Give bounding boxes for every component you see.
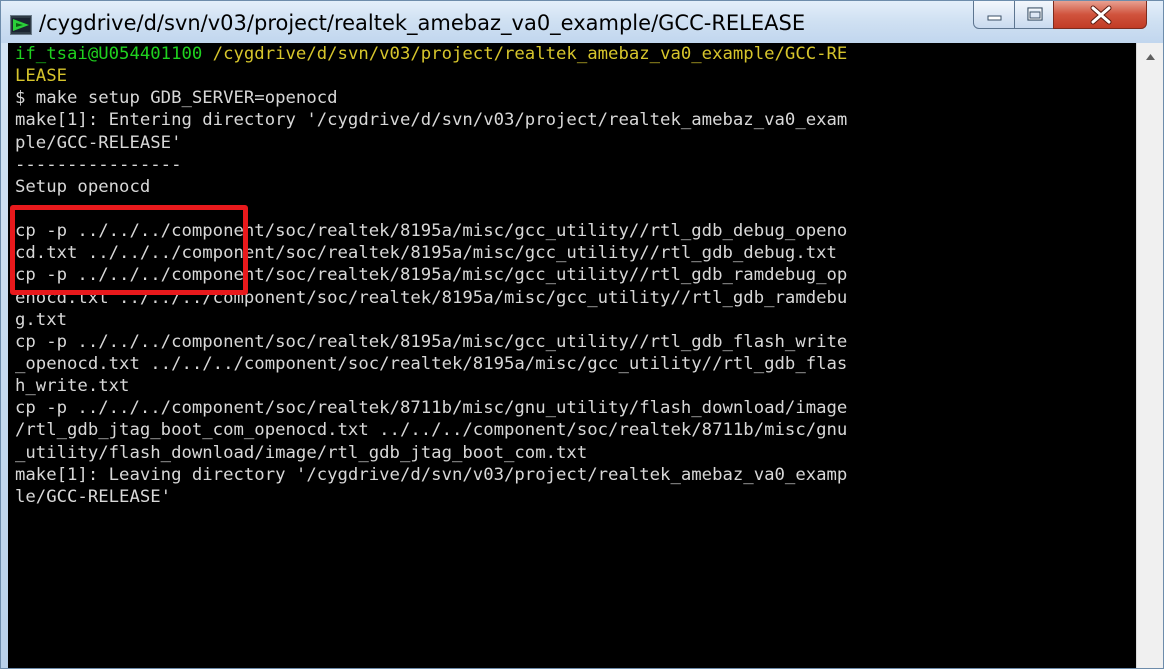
scroll-up-arrow-icon: [1146, 54, 1155, 60]
minimize-icon: [987, 15, 1002, 21]
close-button[interactable]: [1053, 1, 1147, 29]
prompt-user: if_tsai@U054401100: [15, 44, 203, 64]
close-icon: [1090, 5, 1112, 25]
terminal-output[interactable]: if_tsai@U054401100 /cygdrive/d/svn/v03/p…: [8, 43, 1136, 668]
output-line: ple/GCC-RELEASE': [15, 132, 182, 153]
output-line: h_write.txt: [15, 376, 130, 397]
prompt-path-continued: LEASE: [15, 66, 68, 87]
output-line: make[1]: Entering directory '/cygdrive/d…: [15, 110, 848, 131]
output-line: ----------------: [15, 154, 182, 175]
highlight-box: [10, 205, 248, 295]
maximize-button[interactable]: [1014, 1, 1054, 29]
output-line: le/GCC-RELEASE': [15, 486, 172, 507]
output-line: g.txt: [15, 309, 68, 330]
prompt-line: if_tsai@U054401100 /cygdrive/d/svn/v03/p…: [15, 43, 847, 65]
output-line: /rtl_gdb_jtag_boot_com_openocd.txt ../..…: [15, 420, 848, 441]
title-bar[interactable]: /cygdrive/d/svn/v03/project/realtek_ameb…: [1, 1, 1163, 43]
output-line: _utility/flash_download/image/rtl_gdb_jt…: [15, 442, 588, 463]
output-line: Setup openocd: [15, 176, 151, 197]
maximize-icon: [1027, 7, 1043, 21]
cygwin-terminal-icon[interactable]: [10, 15, 32, 35]
output-line: cp -p ../../../component/soc/realtek/819…: [15, 331, 848, 352]
vertical-scrollbar[interactable]: [1136, 43, 1163, 668]
output-line: _openocd.txt ../../../component/soc/real…: [15, 353, 848, 374]
terminal-window: /cygdrive/d/svn/v03/project/realtek_ameb…: [0, 0, 1164, 669]
minimize-button[interactable]: [973, 1, 1015, 29]
prompt-path: /cygdrive/d/svn/v03/project/realtek_ameb…: [202, 44, 848, 64]
scroll-up-button[interactable]: [1138, 43, 1163, 71]
command-line: $ make setup GDB_SERVER=openocd: [15, 88, 338, 109]
output-line: make[1]: Leaving directory '/cygdrive/d/…: [15, 464, 848, 485]
window-title: /cygdrive/d/svn/v03/project/realtek_ameb…: [39, 11, 806, 35]
output-line: cp -p ../../../component/soc/realtek/871…: [15, 398, 848, 419]
